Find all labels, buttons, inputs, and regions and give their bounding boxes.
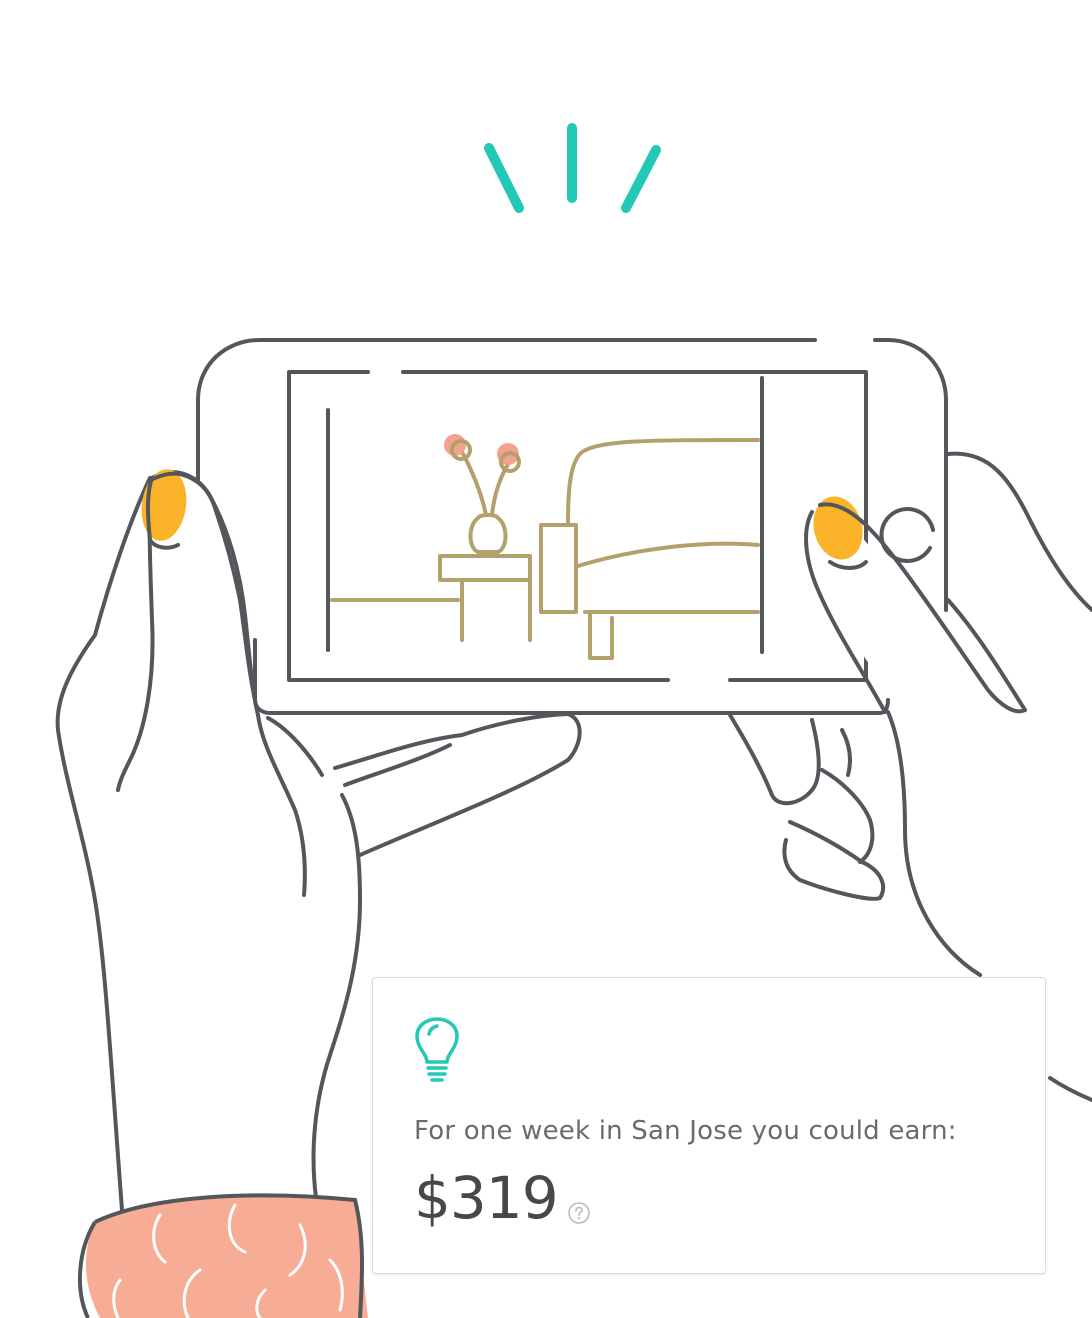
earnings-amount: $319 (414, 1164, 559, 1232)
question-mark-icon[interactable] (567, 1202, 590, 1224)
left-thumb (141, 469, 257, 702)
earnings-estimate-card: For one week in San Jose you could earn:… (372, 977, 1046, 1274)
lightbulb-icon (415, 1017, 459, 1082)
earnings-label: For one week in San Jose you could earn: (414, 1116, 957, 1146)
sparkle-lines (484, 123, 661, 213)
sleeve-cuff (78, 1193, 369, 1318)
amount-row: $319 (414, 1166, 590, 1230)
right-thumb (804, 496, 1027, 760)
room-scene (330, 438, 760, 660)
